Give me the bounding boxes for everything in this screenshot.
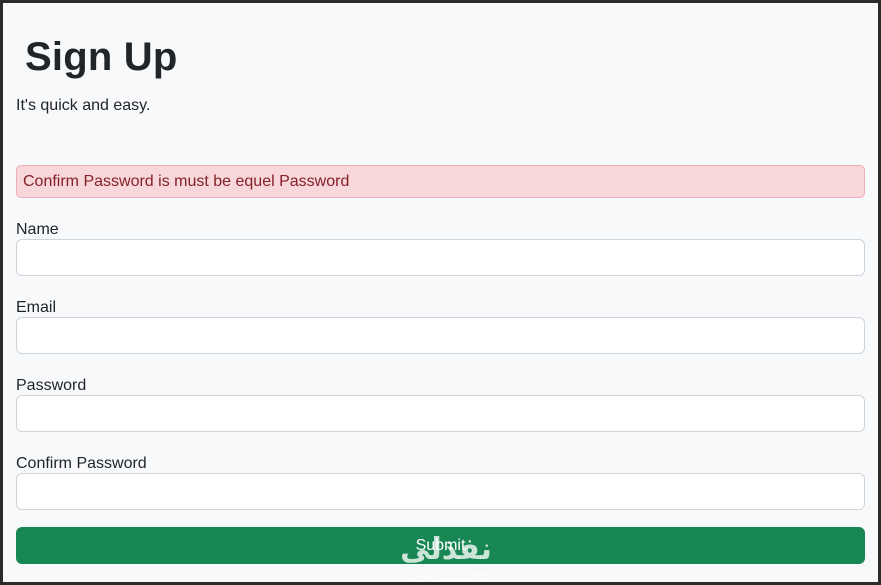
confirm-password-input[interactable]	[16, 473, 865, 510]
watermark-site-text: nafezly.com	[405, 569, 488, 585]
email-label: Email	[16, 299, 57, 316]
name-input[interactable]	[16, 239, 865, 276]
error-alert: Confirm Password is must be equel Passwo…	[16, 165, 865, 198]
signup-window: Sign Up It's quick and easy. Confirm Pas…	[0, 0, 881, 585]
confirm-password-label: Confirm Password	[16, 455, 147, 472]
password-input[interactable]	[16, 395, 865, 432]
page-title: Sign Up	[25, 35, 178, 79]
name-label: Name	[16, 221, 59, 238]
email-input[interactable]	[16, 317, 865, 354]
submit-button[interactable]: Submit	[16, 527, 865, 564]
password-label: Password	[16, 377, 87, 394]
page-subtitle: It's quick and easy.	[16, 97, 151, 114]
error-alert-message: Confirm Password is must be equel Passwo…	[23, 172, 350, 190]
